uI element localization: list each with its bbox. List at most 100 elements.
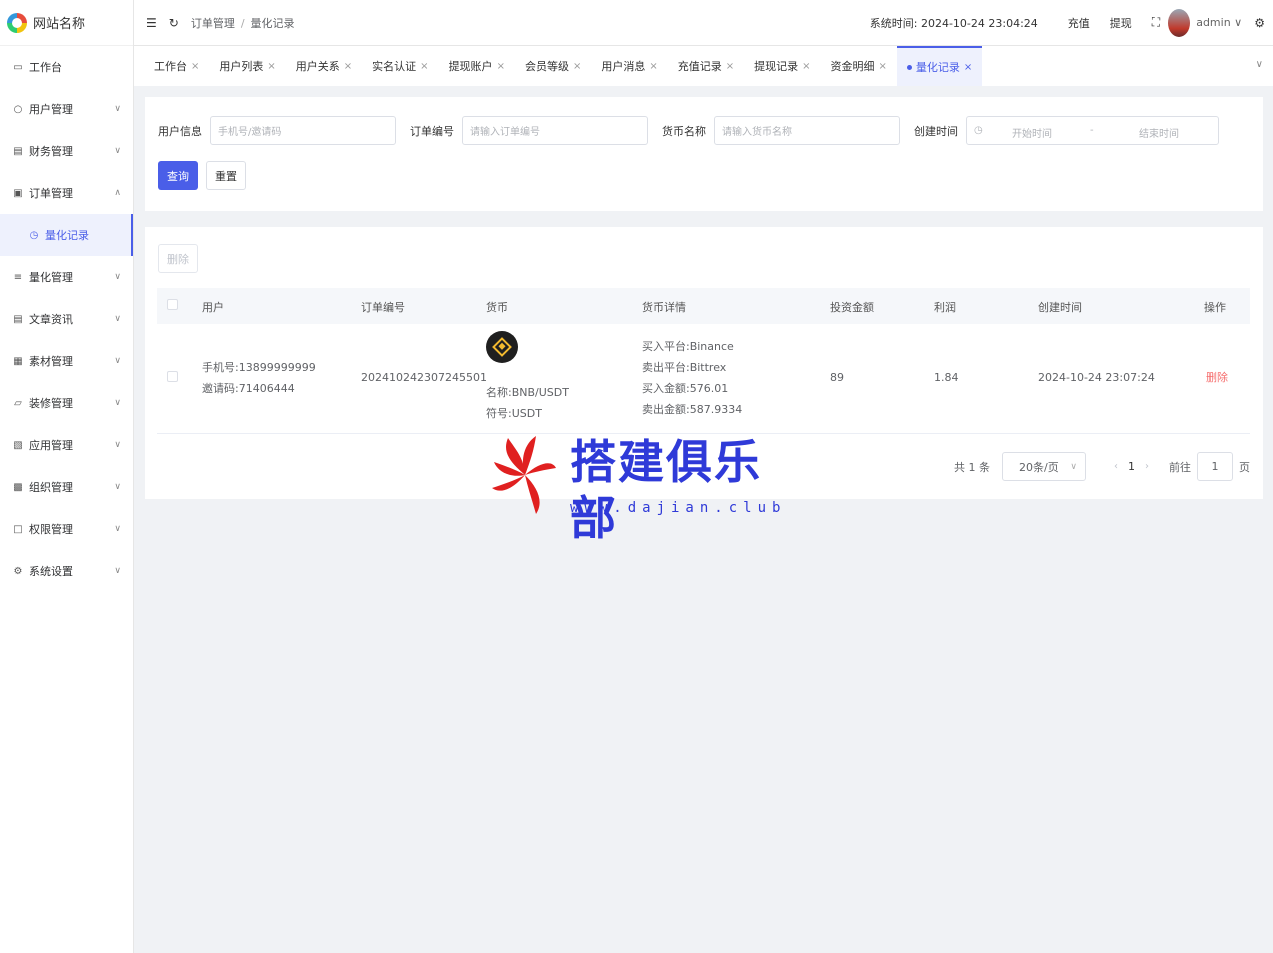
user-icon: ○ xyxy=(13,103,23,115)
coin-symbol: 符号:USDT xyxy=(486,407,542,420)
tab-user-relations[interactable]: 用户关系 × xyxy=(286,46,362,86)
header-right: 系统时间: 2024-10-24 23:04:24 充值 提现 ⛶ admin … xyxy=(870,0,1265,46)
page-size-value: 20条/页 xyxy=(1019,460,1059,474)
chevron-down-icon[interactable]: ∨ xyxy=(1256,59,1263,70)
sidebar-item-quant-records[interactable]: ◷ 量化记录 xyxy=(0,214,133,256)
logo[interactable]: 网站名称 xyxy=(0,0,133,46)
sidebar-item-apps[interactable]: ▧ 应用管理 ∨ xyxy=(0,424,133,466)
prev-page-icon[interactable]: ‹ xyxy=(1114,461,1118,472)
tab-label: 量化记录 xyxy=(915,61,960,74)
avatar[interactable] xyxy=(1168,8,1191,37)
top-header: ☰ ↻ 订单管理 / 量化记录 系统时间: 2024-10-24 23:04:24 … xyxy=(134,0,1273,46)
pagination: 共 1 条 20条/页 ∨ ‹ 1 › 前往 1 页 xyxy=(954,452,1250,481)
tab-label: 资金明细 xyxy=(830,60,875,73)
tab-withdraw-records[interactable]: 提现记录 × xyxy=(744,46,820,86)
breadcrumb-item[interactable]: 订单管理 xyxy=(191,17,235,30)
chart-icon: ▤ xyxy=(13,145,23,157)
batch-delete-button[interactable]: 删除 xyxy=(158,244,198,273)
next-page-icon[interactable]: › xyxy=(1145,461,1149,472)
tab-fund-details[interactable]: 资金明细 × xyxy=(821,46,897,86)
refresh-icon[interactable]: ↻ xyxy=(169,16,179,30)
page-suffix: 页 xyxy=(1239,460,1250,474)
sidebar-item-finance[interactable]: ▤ 财务管理 ∨ xyxy=(0,130,133,172)
sidebar-item-quant-manage[interactable]: ≡ 量化管理 ∨ xyxy=(0,256,133,298)
row-delete-link[interactable]: 删除 xyxy=(1206,367,1228,388)
start-time-input[interactable]: 开始时间 xyxy=(1012,125,1052,140)
close-icon[interactable]: × xyxy=(497,61,505,72)
user-info-input[interactable]: 手机号/邀请码 xyxy=(210,116,396,145)
clock-icon: ◷ xyxy=(29,229,39,241)
sidebar-item-settings[interactable]: ⚙ 系统设置 ∨ xyxy=(0,550,133,592)
bnb-coin-icon xyxy=(486,331,518,363)
sidebar-item-permissions[interactable]: □ 权限管理 ∨ xyxy=(0,508,133,550)
watermark-title: 搭建俱乐部 xyxy=(570,435,762,545)
tab-verification[interactable]: 实名认证 × xyxy=(362,46,438,86)
user-menu[interactable]: admin ∨ xyxy=(1196,16,1242,29)
close-icon[interactable]: × xyxy=(649,61,657,72)
sidebar-item-organization[interactable]: ▩ 组织管理 ∨ xyxy=(0,466,133,508)
sidebar: 网站名称 ▭ 工作台 ○ 用户管理 ∨ ▤ 财务管理 ∨ ▣ 订单管理 ∧ ◷ … xyxy=(0,0,134,953)
close-icon[interactable]: × xyxy=(420,61,428,72)
tab-recharge-records[interactable]: 充值记录 × xyxy=(668,46,744,86)
watermark-url: www.dajian.club xyxy=(570,500,787,516)
close-icon[interactable]: × xyxy=(802,61,810,72)
close-icon[interactable]: × xyxy=(879,61,887,72)
gear-icon[interactable]: ⚙ xyxy=(1254,16,1265,30)
reset-button[interactable]: 重置 xyxy=(206,161,246,190)
chevron-down-icon: ∨ xyxy=(114,356,121,366)
monitor-icon: ▭ xyxy=(13,61,23,73)
column-header: 投资金额 xyxy=(830,301,874,314)
menu-toggle-icon[interactable]: ☰ xyxy=(146,16,157,30)
date-range-picker[interactable]: ◷ 开始时间 - 结束时间 xyxy=(966,116,1219,145)
chevron-down-icon: ∨ xyxy=(1070,461,1077,472)
tab-quant-records[interactable]: 量化记录 × xyxy=(896,46,983,86)
sidebar-item-users[interactable]: ○ 用户管理 ∨ xyxy=(0,88,133,130)
tab-label: 提现记录 xyxy=(754,60,799,73)
user-cell: 手机号:13899999999 邀请码:71406444 xyxy=(202,357,316,399)
breadcrumb-separator: / xyxy=(240,16,245,30)
sidebar-item-decoration[interactable]: ▱ 装修管理 ∨ xyxy=(0,382,133,424)
sidebar-item-label: 文章资讯 xyxy=(29,313,73,326)
tab-user-list[interactable]: 用户列表 × xyxy=(209,46,285,86)
tab-member-levels[interactable]: 会员等级 × xyxy=(515,46,591,86)
goto-page-input[interactable]: 1 xyxy=(1197,452,1233,481)
recharge-link[interactable]: 充值 xyxy=(1068,15,1090,31)
fullscreen-icon[interactable]: ⛶ xyxy=(1152,15,1160,30)
watermark: 搭建俱乐部 www.dajian.club xyxy=(490,430,790,545)
coin-name-input[interactable]: 请输入货币名称 xyxy=(714,116,900,145)
tab-user-messages[interactable]: 用户消息 × xyxy=(591,46,667,86)
query-button[interactable]: 查询 xyxy=(158,161,198,190)
order-no-input[interactable]: 请输入订单编号 xyxy=(462,116,648,145)
chevron-down-icon: ∨ xyxy=(114,146,121,156)
article-icon: ▤ xyxy=(13,313,23,325)
sidebar-item-articles[interactable]: ▤ 文章资讯 ∨ xyxy=(0,298,133,340)
sidebar-item-materials[interactable]: ▦ 素材管理 ∨ xyxy=(0,340,133,382)
close-icon[interactable]: × xyxy=(964,62,972,73)
close-icon[interactable]: × xyxy=(726,61,734,72)
tab-withdraw-accounts[interactable]: 提现账户 × xyxy=(439,46,515,86)
close-icon[interactable]: × xyxy=(573,61,581,72)
chevron-down-icon: ∨ xyxy=(114,104,121,114)
close-icon[interactable]: × xyxy=(191,61,199,72)
buy-platform: 买入平台:Binance xyxy=(642,340,734,353)
layers-icon: ≡ xyxy=(13,271,23,283)
page-size-select[interactable]: 20条/页 ∨ xyxy=(1002,452,1086,481)
created-time-field: 创建时间 ◷ 开始时间 - 结束时间 xyxy=(914,116,1219,145)
coin-cell: 名称:BNB/USDT 符号:USDT xyxy=(486,382,569,424)
tab-label: 用户列表 xyxy=(219,60,264,73)
column-header: 订单编号 xyxy=(361,301,405,314)
page-number[interactable]: 1 xyxy=(1128,460,1135,473)
sidebar-item-orders[interactable]: ▣ 订单管理 ∧ xyxy=(0,172,133,214)
row-checkbox[interactable] xyxy=(167,371,178,382)
withdraw-link[interactable]: 提现 xyxy=(1110,15,1132,31)
pinwheel-logo-icon xyxy=(492,436,556,514)
sidebar-item-label: 订单管理 xyxy=(29,187,73,200)
close-icon[interactable]: × xyxy=(344,61,352,72)
select-all-checkbox[interactable] xyxy=(167,299,178,310)
pagination-total: 共 1 条 xyxy=(954,460,990,474)
tab-workbench[interactable]: 工作台 × xyxy=(144,46,209,86)
end-time-input[interactable]: 结束时间 xyxy=(1139,125,1179,140)
username: admin xyxy=(1196,16,1231,29)
sidebar-item-workbench[interactable]: ▭ 工作台 xyxy=(0,46,133,88)
close-icon[interactable]: × xyxy=(267,61,275,72)
